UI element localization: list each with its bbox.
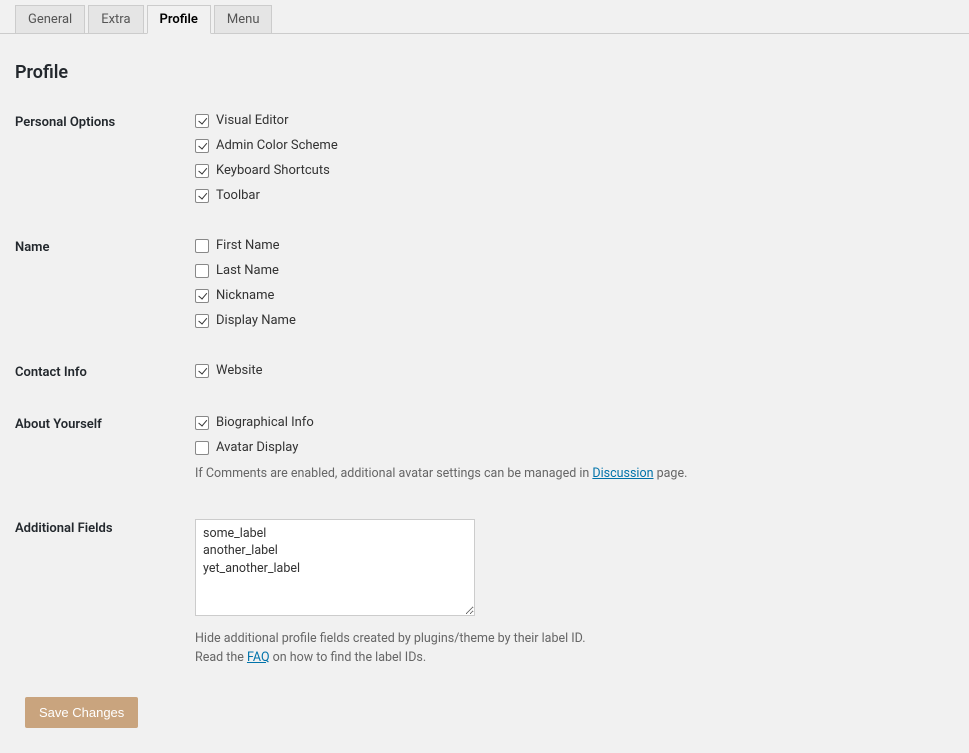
checkbox-visual-editor[interactable] [195, 114, 209, 128]
checkbox-avatar-display[interactable] [195, 441, 209, 455]
checkbox-last-name[interactable] [195, 264, 209, 278]
checkbox-label: Visual Editor [216, 113, 288, 128]
checkbox-nickname[interactable] [195, 289, 209, 303]
checkbox-label: Website [216, 363, 263, 378]
checkbox-label: Biographical Info [216, 415, 314, 430]
checkbox-display-name[interactable] [195, 314, 209, 328]
checkbox-label: Keyboard Shortcuts [216, 163, 330, 178]
checkbox-website[interactable] [195, 364, 209, 378]
checkbox-admin-color-scheme[interactable] [195, 139, 209, 153]
tab-bar: General Extra Profile Menu [0, 0, 969, 34]
page-title: Profile [15, 62, 954, 83]
additional-fields-description: Hide additional profile fields created b… [195, 630, 954, 668]
additional-fields-textarea[interactable] [195, 519, 475, 616]
tab-general[interactable]: General [15, 5, 85, 34]
checkbox-label: Display Name [216, 313, 296, 328]
checkbox-label: Avatar Display [216, 440, 298, 455]
checkbox-label: Admin Color Scheme [216, 138, 338, 153]
checkbox-label: Last Name [216, 263, 279, 278]
section-label-name: Name [15, 238, 195, 255]
checkbox-first-name[interactable] [195, 239, 209, 253]
checkbox-label: First Name [216, 238, 280, 253]
tab-profile[interactable]: Profile [147, 5, 211, 34]
section-label-contact-info: Contact Info [15, 363, 195, 380]
tab-menu[interactable]: Menu [214, 5, 273, 34]
checkbox-toolbar[interactable] [195, 189, 209, 203]
section-label-additional-fields: Additional Fields [15, 519, 195, 536]
about-yourself-description: If Comments are enabled, additional avat… [195, 465, 954, 484]
tab-extra[interactable]: Extra [88, 5, 143, 34]
checkbox-label: Nickname [216, 288, 274, 303]
discussion-link[interactable]: Discussion [592, 466, 653, 481]
section-label-personal-options: Personal Options [15, 113, 195, 130]
checkbox-label: Toolbar [216, 188, 260, 203]
section-label-about-yourself: About Yourself [15, 415, 195, 432]
checkbox-biographical-info[interactable] [195, 416, 209, 430]
faq-link[interactable]: FAQ [247, 650, 270, 665]
save-changes-button[interactable]: Save Changes [25, 697, 138, 728]
checkbox-keyboard-shortcuts[interactable] [195, 164, 209, 178]
